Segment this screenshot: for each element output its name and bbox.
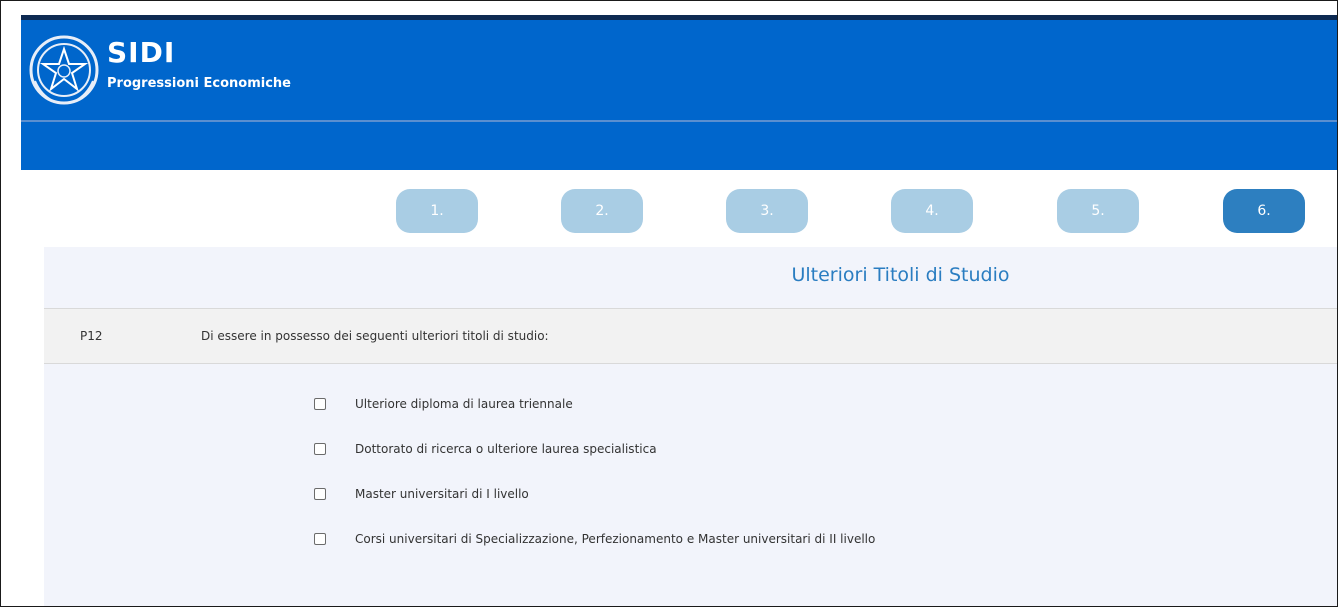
option-dottorato: Dottorato di ricerca o ulteriore laurea … xyxy=(314,440,1214,460)
option-label: Dottorato di ricerca o ulteriore laurea … xyxy=(355,442,657,456)
option-checkbox-master-primo-livello[interactable] xyxy=(314,488,326,500)
header-top-border xyxy=(21,15,1337,20)
step-6-button[interactable]: 6. xyxy=(1223,189,1305,233)
option-checkbox-corsi-secondo-livello[interactable] xyxy=(314,533,326,545)
app-subtitle: Progressioni Economiche xyxy=(107,76,291,91)
option-master-primo-livello: Master universitari di I livello xyxy=(314,485,1214,505)
question-text: Di essere in possesso dei seguenti ulter… xyxy=(201,329,549,343)
step-3-button[interactable]: 3. xyxy=(726,189,808,233)
app-header: SIDI Progressioni Economiche xyxy=(21,15,1337,170)
option-checkbox-dottorato[interactable] xyxy=(314,443,326,455)
wizard-steps: 1. 2. 3. 4. 5. 6. xyxy=(1,189,1337,235)
option-checkbox-laurea-triennale[interactable] xyxy=(314,398,326,410)
form-section: Ulteriori Titoli di Studio P12 Di essere… xyxy=(44,247,1337,606)
page-frame: SIDI Progressioni Economiche 1. 2. 3. 4.… xyxy=(0,0,1338,607)
header-divider xyxy=(21,120,1337,122)
option-label: Master universitari di I livello xyxy=(355,487,529,501)
option-corsi-secondo-livello: Corsi universitari di Specializzazione, … xyxy=(314,530,1214,550)
option-label: Ulteriore diploma di laurea triennale xyxy=(355,397,573,411)
option-label: Corsi universitari di Specializzazione, … xyxy=(355,532,876,546)
question-row: P12 Di essere in possesso dei seguenti u… xyxy=(44,308,1337,364)
step-4-button[interactable]: 4. xyxy=(891,189,973,233)
step-2-button[interactable]: 2. xyxy=(561,189,643,233)
italian-republic-emblem-icon xyxy=(29,35,99,105)
question-code: P12 xyxy=(80,329,103,343)
step-1-button[interactable]: 1. xyxy=(396,189,478,233)
app-title: SIDI xyxy=(107,36,176,69)
option-laurea-triennale: Ulteriore diploma di laurea triennale xyxy=(314,395,1214,415)
section-title: Ulteriori Titoli di Studio xyxy=(791,264,1010,286)
step-5-button[interactable]: 5. xyxy=(1057,189,1139,233)
